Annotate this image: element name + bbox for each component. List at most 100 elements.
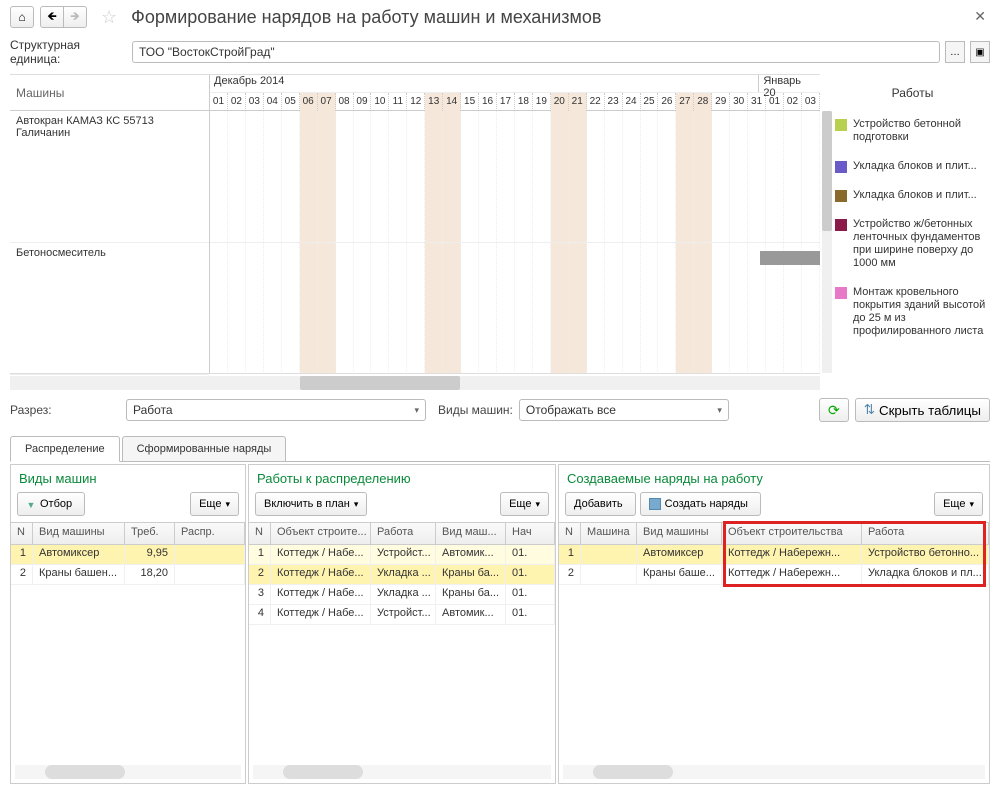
gantt-cell[interactable] — [569, 243, 587, 373]
unit-select-button[interactable]: … — [945, 41, 965, 63]
gantt-cell[interactable] — [371, 243, 389, 373]
th-vid[interactable]: Вид машины — [637, 523, 722, 544]
gantt-cell[interactable] — [784, 111, 802, 242]
th-n[interactable]: N — [11, 523, 33, 544]
th-obj[interactable]: Объект строите... — [271, 523, 371, 544]
gantt-cell[interactable] — [694, 243, 712, 373]
th-rab[interactable]: Работа — [862, 523, 989, 544]
gantt-cell[interactable] — [676, 111, 694, 242]
gantt-cell[interactable] — [533, 111, 551, 242]
gantt-cell[interactable] — [658, 243, 676, 373]
table-row[interactable]: 2Коттедж / Набе...Укладка ...Краны ба...… — [249, 565, 555, 585]
tab-formed-orders[interactable]: Сформированные наряды — [122, 436, 287, 461]
gantt-cell[interactable] — [605, 243, 623, 373]
gantt-cell[interactable] — [336, 243, 354, 373]
gantt-cell[interactable] — [389, 111, 407, 242]
gantt-cell[interactable] — [354, 111, 372, 242]
unit-input[interactable]: ТОО "ВостокСтройГрад" — [132, 41, 940, 63]
gantt-cell[interactable] — [210, 111, 228, 242]
gantt-cell[interactable] — [407, 111, 425, 242]
create-orders-button[interactable]: Создать наряды — [640, 492, 761, 516]
table-row[interactable]: 2Краны баше...Коттедж / Набережн...Уклад… — [559, 565, 989, 585]
th-n[interactable]: N — [249, 523, 271, 544]
th-vid[interactable]: Вид маш... — [436, 523, 506, 544]
include-plan-button[interactable]: Включить в план — [255, 492, 367, 516]
gantt-cell[interactable] — [515, 243, 533, 373]
gantt-cell[interactable] — [802, 111, 820, 242]
table-row[interactable]: 1Коттедж / Набе...Устройст...Автомик...0… — [249, 545, 555, 565]
gantt-cell[interactable] — [748, 111, 766, 242]
gantt-cell[interactable] — [515, 111, 533, 242]
gantt-cell[interactable] — [533, 243, 551, 373]
gantt-cell[interactable] — [694, 111, 712, 242]
th-mash[interactable]: Машина — [581, 523, 637, 544]
gantt-cell[interactable] — [407, 243, 425, 373]
filter-button[interactable]: Отбор — [17, 492, 85, 516]
favorite-star-icon[interactable]: ☆ — [101, 7, 117, 28]
add-button[interactable]: Добавить — [565, 492, 636, 516]
gantt-hscrollbar[interactable] — [10, 376, 820, 390]
table-row[interactable]: 4Коттедж / Набе...Устройст...Автомик...0… — [249, 605, 555, 625]
th-raspr[interactable]: Распр. — [175, 523, 245, 544]
table-row[interactable]: 2Краны башен...18,20 — [11, 565, 245, 585]
gantt-cell[interactable] — [246, 111, 264, 242]
gantt-cell[interactable] — [210, 243, 228, 373]
refresh-button[interactable] — [819, 398, 849, 422]
gantt-cell[interactable] — [587, 243, 605, 373]
gantt-cell[interactable] — [246, 243, 264, 373]
gantt-cell[interactable] — [371, 111, 389, 242]
gantt-cell[interactable] — [569, 111, 587, 242]
vidy-combo[interactable]: Отображать все — [519, 399, 729, 421]
gantt-cell[interactable] — [712, 111, 730, 242]
gantt-vscrollbar[interactable] — [822, 111, 832, 373]
gantt-cell[interactable] — [443, 243, 461, 373]
more-button[interactable]: Еще — [934, 492, 983, 516]
gantt-cell[interactable] — [389, 243, 407, 373]
gantt-cell[interactable] — [336, 111, 354, 242]
home-button[interactable]: ⌂ — [10, 6, 34, 28]
more-button[interactable]: Еще — [500, 492, 549, 516]
gantt-cell[interactable] — [443, 111, 461, 242]
gantt-cell[interactable] — [497, 243, 515, 373]
more-button[interactable]: Еще — [190, 492, 239, 516]
gantt-cell[interactable] — [551, 111, 569, 242]
gantt-cell[interactable] — [318, 243, 336, 373]
gantt-cell[interactable] — [712, 243, 730, 373]
gantt-cell[interactable] — [479, 111, 497, 242]
gantt-cell[interactable] — [479, 243, 497, 373]
gantt-cell[interactable] — [730, 243, 748, 373]
gantt-cell[interactable] — [766, 111, 784, 242]
hide-tables-button[interactable]: ⇅Скрыть таблицы — [855, 398, 990, 422]
gantt-cell[interactable] — [623, 243, 641, 373]
gantt-cell[interactable] — [641, 243, 659, 373]
hscrollbar[interactable] — [563, 765, 985, 779]
hscrollbar[interactable] — [15, 765, 241, 779]
gantt-cell[interactable] — [623, 111, 641, 242]
gantt-cell[interactable] — [264, 243, 282, 373]
gantt-cell[interactable] — [425, 111, 443, 242]
th-rab[interactable]: Работа — [371, 523, 436, 544]
gantt-cell[interactable] — [300, 111, 318, 242]
gantt-cell[interactable] — [318, 111, 336, 242]
gantt-cell[interactable] — [658, 111, 676, 242]
gantt-cell[interactable] — [282, 243, 300, 373]
gantt-cell[interactable] — [461, 243, 479, 373]
back-button[interactable]: 🡸 — [40, 6, 64, 28]
table-row[interactable]: 3Коттедж / Набе...Укладка ...Краны ба...… — [249, 585, 555, 605]
gantt-cell[interactable] — [730, 111, 748, 242]
gantt-cell[interactable] — [228, 243, 246, 373]
th-obj[interactable]: Объект строительства — [722, 523, 862, 544]
gantt-cell[interactable] — [300, 243, 318, 373]
gantt-cell[interactable] — [587, 111, 605, 242]
close-button[interactable]: ✕ — [974, 8, 986, 25]
gantt-cell[interactable] — [461, 111, 479, 242]
th-n[interactable]: N — [559, 523, 581, 544]
razrez-combo[interactable]: Работа — [126, 399, 426, 421]
gantt-cell[interactable] — [641, 111, 659, 242]
gantt-bar[interactable] — [760, 251, 820, 265]
gantt-cell[interactable] — [425, 243, 443, 373]
th-vid[interactable]: Вид машины — [33, 523, 125, 544]
gantt-cell[interactable] — [264, 111, 282, 242]
gantt-cell[interactable] — [282, 111, 300, 242]
tab-distribution[interactable]: Распределение — [10, 436, 120, 462]
